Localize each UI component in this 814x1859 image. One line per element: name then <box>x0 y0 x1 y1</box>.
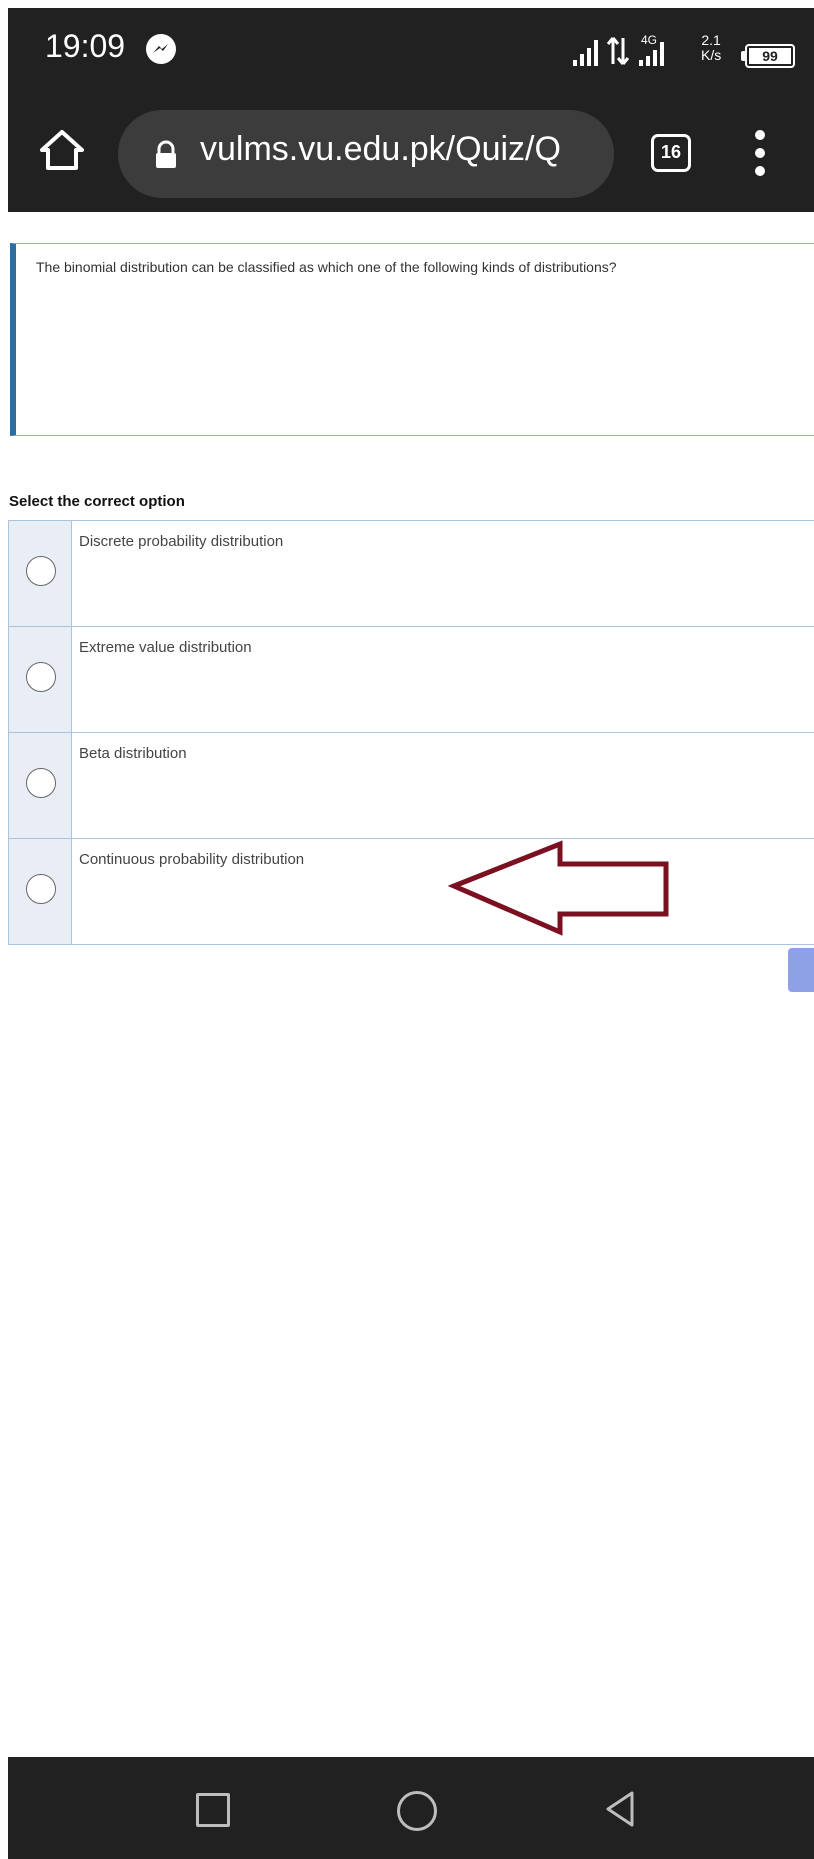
url-bar[interactable]: vulms.vu.edu.pk/Quiz/Q <box>118 110 614 198</box>
screen-margin <box>0 0 8 1859</box>
lock-icon <box>156 140 176 168</box>
option-row[interactable]: Extreme value distribution <box>8 627 814 733</box>
speed-value: 2.1 <box>701 32 721 48</box>
next-button[interactable] <box>788 948 814 992</box>
messenger-icon <box>146 34 176 64</box>
back-icon[interactable] <box>602 1789 638 1829</box>
home-circle-icon[interactable] <box>397 1791 437 1831</box>
battery-icon: 99 <box>745 44 795 68</box>
network-label: 4G <box>641 33 657 47</box>
option-label: Continuous probability distribution <box>79 851 305 868</box>
option-label: Discrete probability distribution <box>79 533 284 550</box>
home-button[interactable] <box>32 120 92 180</box>
option-row[interactable]: Continuous probability distribution <box>8 839 814 945</box>
radio-button[interactable] <box>26 768 56 798</box>
radio-button[interactable] <box>26 662 56 692</box>
android-nav-bar <box>8 1757 814 1859</box>
question-box: The binomial distribution can be classif… <box>10 243 814 436</box>
recents-icon[interactable] <box>196 1793 230 1827</box>
select-label: Select the correct option <box>9 493 185 510</box>
status-time: 19:09 <box>45 28 126 64</box>
arrow-pointing-left-icon <box>448 840 669 936</box>
radio-button[interactable] <box>26 556 56 586</box>
option-row[interactable]: Beta distribution <box>8 733 814 839</box>
option-label: Beta distribution <box>79 745 187 762</box>
tabs-button[interactable]: 16 <box>651 134 691 172</box>
radio-button[interactable] <box>26 874 56 904</box>
network-speed: 2.1 K/s <box>701 33 721 63</box>
options-table: Discrete probability distribution Extrem… <box>8 520 814 945</box>
speed-unit: K/s <box>701 47 722 63</box>
radio-cell <box>8 839 72 944</box>
radio-cell <box>8 733 72 838</box>
more-vert-icon[interactable] <box>750 130 770 176</box>
question-heading-cropped <box>8 212 814 222</box>
option-label: Extreme value distribution <box>79 639 252 656</box>
status-bar: 19:09 4G 2.1 K/s 99 <box>8 8 814 92</box>
radio-cell <box>8 521 72 626</box>
browser-toolbar: vulms.vu.edu.pk/Quiz/Q 16 <box>8 92 814 212</box>
home-icon <box>40 130 84 170</box>
battery-level: 99 <box>749 48 791 64</box>
radio-cell <box>8 627 72 732</box>
url-text: vulms.vu.edu.pk/Quiz/Q <box>200 130 561 168</box>
question-text: The binomial distribution can be classif… <box>36 259 617 275</box>
option-row[interactable]: Discrete probability distribution <box>8 521 814 627</box>
